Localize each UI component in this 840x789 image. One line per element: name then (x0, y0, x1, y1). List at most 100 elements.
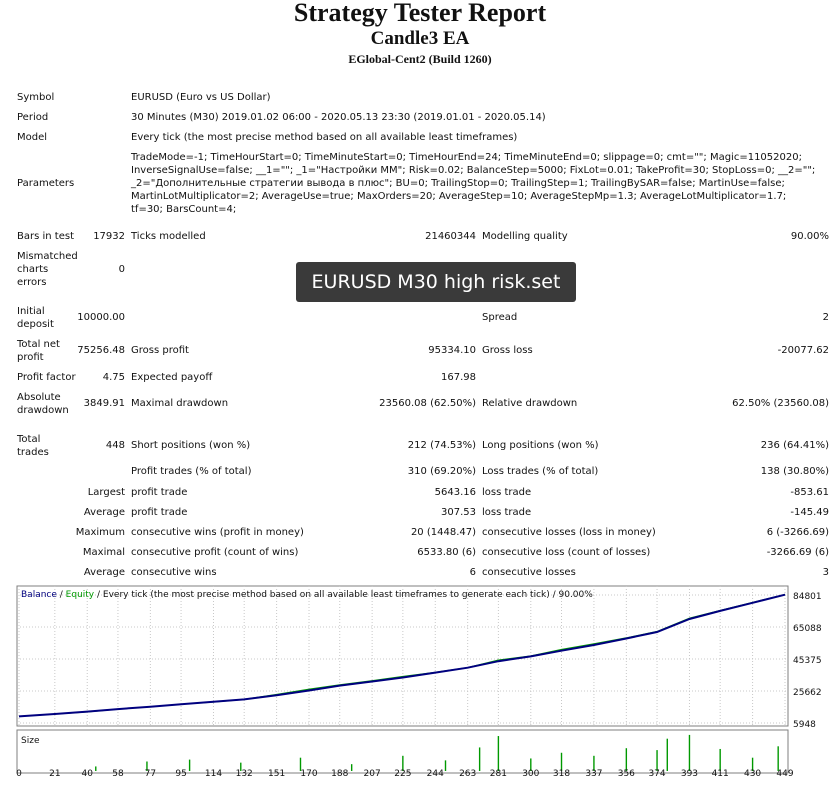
y-tick-label: 25662 (793, 688, 822, 698)
maximal-label: Maximal (82, 547, 125, 558)
max-consecutive-losses-label: consecutive losses (loss in money) (482, 527, 656, 538)
x-tick-label: 40 (82, 769, 94, 779)
expected-payoff-value: 167.98 (441, 372, 476, 383)
model-value: Every tick (the most precise method base… (131, 132, 518, 143)
largest-profit-trade-value: 5643.16 (434, 487, 476, 498)
average-consecutive-label: Average (83, 567, 125, 578)
average-consecutive-losses-value: 3 (822, 567, 829, 578)
symbol-label: Symbol (17, 92, 55, 103)
model-label: Model (17, 132, 48, 143)
x-tick-label: 411 (712, 769, 729, 779)
expected-payoff-label: Expected payoff (131, 372, 213, 383)
legend-equity: Equity (66, 590, 95, 600)
short-positions-label: Short positions (won %) (131, 440, 251, 451)
x-tick-label: 356 (618, 769, 635, 779)
x-tick-label: 281 (490, 769, 507, 779)
x-tick-label: 244 (427, 769, 444, 779)
long-positions-label: Long positions (won %) (482, 440, 599, 451)
period-label: Period (17, 112, 49, 123)
x-tick-label: 0 (16, 769, 22, 779)
profit-trades-value: 310 (69.20%) (407, 466, 476, 477)
quality-label: Modelling quality (482, 231, 568, 242)
x-tick-label: 58 (112, 769, 124, 779)
x-tick-label: 77 (145, 769, 156, 779)
balance-equity-chart: 84801 65088 45375 25662 5948 Balance / Equit… (0, 585, 840, 785)
x-tick-label: 188 (331, 769, 348, 779)
net-profit-value: 75256.48 (77, 345, 125, 356)
net-profit-label-1: Total net (17, 339, 60, 350)
gross-loss-label: Gross loss (482, 345, 533, 356)
short-positions-value: 212 (74.53%) (407, 440, 476, 451)
chart-legend: Balance / Equity / Every tick (the most … (21, 590, 593, 600)
y-tick-label: 5948 (793, 720, 816, 730)
rel-drawdown-label: Relative drawdown (482, 398, 578, 409)
loss-trades-value: 138 (30.80%) (760, 466, 829, 477)
largest-label: Largest (87, 487, 125, 498)
x-tick-label: 170 (300, 769, 317, 779)
max-consecutive-losses-value: 6 (-3266.69) (766, 527, 829, 538)
profit-trades-label: Profit trades (% of total) (131, 466, 252, 477)
bars-value: 17932 (93, 231, 125, 242)
average-consecutive-wins-label: consecutive wins (131, 567, 217, 578)
mismatch-label-3: errors (17, 277, 47, 288)
report-title: Strategy Tester Report (293, 0, 547, 27)
gross-profit-label: Gross profit (131, 345, 189, 356)
y-tick-label: 65088 (793, 624, 822, 634)
largest-loss-trade-value: -853.61 (790, 487, 829, 498)
deposit-value: 10000.00 (77, 312, 125, 323)
period-value: 30 Minutes (M30) 2019.01.02 06:00 - 2020… (131, 112, 546, 123)
y-tick-label: 45375 (793, 656, 822, 666)
maximal-consecutive-loss-value: -3266.69 (6) (766, 547, 829, 558)
maximum-label: Maximum (75, 527, 125, 538)
gross-profit-value: 95334.10 (428, 345, 476, 356)
set-file-overlay: EURUSD M30 high risk.set (296, 262, 576, 302)
average-profit-trade-label: profit trade (131, 507, 188, 518)
maximal-consecutive-profit-value: 6533.80 (6) (417, 547, 476, 558)
net-profit-label-2: profit (17, 352, 44, 363)
x-tick-label: 337 (585, 769, 602, 779)
x-tick-label: 300 (522, 769, 539, 779)
profit-factor-value: 4.75 (102, 372, 125, 383)
average-loss-trade-value: -145.49 (790, 507, 829, 518)
x-tick-label: 393 (681, 769, 698, 779)
x-tick-label: 263 (459, 769, 476, 779)
quality-value: 90.00% (790, 231, 829, 242)
gross-loss-value: -20077.62 (777, 345, 829, 356)
x-tick-label: 430 (744, 769, 761, 779)
mismatch-label-2: charts (17, 264, 49, 275)
x-tick-label: 151 (268, 769, 285, 779)
legend-balance: Balance (21, 590, 57, 600)
size-label: Size (21, 736, 40, 746)
x-tick-label: 449 (776, 769, 793, 779)
total-trades-label-1: Total (17, 434, 41, 445)
max-consecutive-wins-label: consecutive wins (profit in money) (131, 527, 304, 538)
x-tick-label: 374 (648, 769, 665, 779)
largest-profit-trade-label: profit trade (131, 487, 188, 498)
loss-trades-label: Loss trades (% of total) (482, 466, 599, 477)
abs-drawdown-value: 3849.91 (83, 398, 125, 409)
total-trades-value: 448 (105, 440, 125, 451)
x-tick-label: 21 (49, 769, 60, 779)
average-profit-trade-value: 307.53 (441, 507, 476, 518)
symbol-value: EURUSD (Euro vs US Dollar) (131, 92, 271, 103)
max-drawdown-label: Maximal drawdown (131, 398, 229, 409)
y-tick-label: 84801 (793, 592, 822, 602)
total-trades-label-2: trades (17, 447, 49, 458)
x-tick-label: 95 (175, 769, 186, 779)
parameters-label: Parameters (17, 178, 75, 189)
max-consecutive-wins-value: 20 (1448.47) (410, 527, 476, 538)
parameters-value: TradeMode=-1; TimeHourStart=0; TimeMinut… (131, 152, 816, 215)
rel-drawdown-value: 62.50% (23560.08) (732, 398, 829, 409)
spread-label: Spread (482, 312, 518, 323)
average-loss-trade-label: loss trade (482, 507, 532, 518)
server-build: EGlobal-Cent2 (Build 1260) (348, 52, 492, 66)
ea-name: Candle3 EA (370, 28, 470, 49)
spread-value: 2 (822, 312, 829, 323)
average-consecutive-losses-label: consecutive losses (482, 567, 576, 578)
x-tick-label: 318 (553, 769, 570, 779)
max-drawdown-value: 23560.08 (62.50%) (379, 398, 476, 409)
long-positions-value: 236 (64.41%) (760, 440, 829, 451)
abs-drawdown-label-1: Absolute (17, 392, 61, 403)
deposit-label-2: deposit (17, 319, 54, 330)
y-axis-labels: 84801 65088 45375 25662 5948 (793, 592, 822, 730)
